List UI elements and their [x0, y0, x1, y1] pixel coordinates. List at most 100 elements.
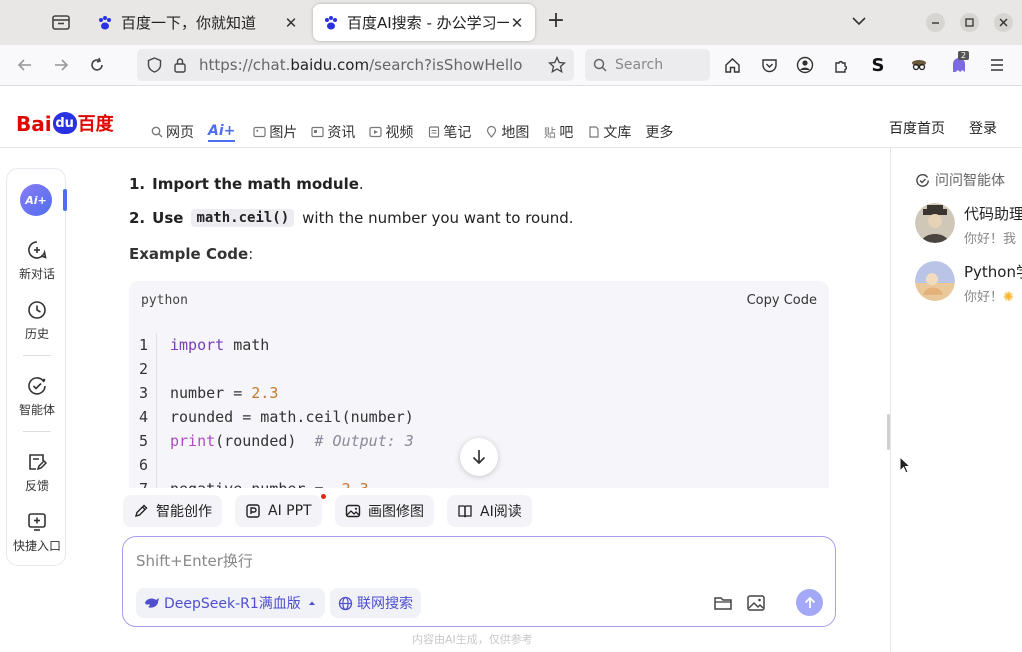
model-label: DeepSeek-R1满血版 — [164, 596, 301, 612]
code-line: 2 — [129, 357, 829, 381]
copy-code-button[interactable]: Copy Code — [747, 293, 817, 308]
scroll-to-bottom-button[interactable] — [460, 438, 498, 476]
tab-list-icon[interactable] — [50, 12, 72, 32]
chat-input-placeholder[interactable]: Shift+Enter换行 — [136, 550, 253, 571]
code-line: 7 negative_number = -2.3 — [129, 477, 829, 488]
logo-paw: du — [52, 112, 77, 134]
baidu-home-link[interactable]: 百度首页 — [889, 118, 945, 138]
send-button[interactable] — [796, 589, 823, 616]
extensions-icon[interactable] — [831, 55, 851, 75]
sidebar-divider — [23, 355, 51, 356]
example-label: Example Code — [129, 245, 249, 263]
browser-tab[interactable]: 百度一下，你就知道 ✕ — [87, 4, 309, 41]
home-icon[interactable] — [722, 55, 742, 75]
globe-icon — [338, 596, 353, 610]
step-text: Import the math module — [152, 175, 359, 193]
smart-create-button[interactable]: 智能创作 — [123, 495, 222, 527]
agent-avatar — [915, 203, 955, 243]
code-text: negative_number = — [170, 480, 333, 488]
deepseek-whale-icon — [145, 598, 159, 608]
nav-item-tieba[interactable]: 贴 贴吧吧 — [543, 122, 574, 142]
shield-icon[interactable] — [145, 56, 163, 74]
code-line: 4 rounded = math.ceil(number) — [129, 405, 829, 429]
sidebar-item-history[interactable]: 历史 — [7, 299, 67, 342]
line-number: 1 — [129, 333, 157, 357]
bookmark-star-icon[interactable] — [548, 56, 566, 74]
reload-icon[interactable] — [87, 55, 107, 75]
browser-tab-bar: 百度一下，你就知道 ✕ 百度AI搜索 - 办公学习一站 ✕ + — [0, 0, 1022, 45]
panel-resize-handle[interactable] — [887, 414, 890, 450]
step-suffix: . — [358, 175, 364, 193]
nav-item-images[interactable]: 图片 — [253, 122, 297, 142]
agent-icon — [26, 375, 48, 397]
nav-item-wenku[interactable]: 文库 — [587, 122, 631, 142]
agent-card[interactable]: 代码助理 你好！我 — [915, 203, 1022, 247]
sidebar-item-label: 智能体 — [18, 403, 55, 417]
login-link[interactable]: 登录 — [969, 118, 997, 138]
step-number: 1. — [129, 175, 146, 193]
nav-item-ai[interactable]: Ai+ — [208, 122, 236, 142]
ai-plus-badge[interactable]: Ai+ — [20, 184, 52, 216]
panel-divider — [890, 148, 891, 652]
logo-cn: 百度 — [77, 114, 114, 135]
tab-title: 百度AI搜索 - 办公学习一站 — [347, 14, 509, 32]
step-text: Use — [152, 209, 184, 227]
picture-icon — [345, 503, 361, 519]
feedback-icon — [26, 451, 48, 473]
chat-input-box[interactable]: Shift+Enter换行 DeepSeek-R1满血版 联网搜索 — [122, 536, 836, 627]
web-search-toggle[interactable]: 联网搜索 — [330, 588, 421, 618]
ask-agent-title: 问问智能体 — [915, 170, 1005, 190]
image-upload-icon[interactable] — [745, 592, 767, 614]
browser-search-input[interactable]: Search — [585, 49, 710, 81]
chip-label: 智能创作 — [156, 504, 212, 520]
inline-code: math.ceil() — [191, 209, 295, 227]
code-function: print — [170, 432, 216, 450]
nav-label: 图片 — [269, 125, 298, 141]
forward-arrow-icon[interactable] — [51, 55, 71, 75]
active-indicator — [63, 189, 67, 211]
hamburger-menu-icon[interactable] — [987, 55, 1007, 75]
draw-edit-image-button[interactable]: 画图修图 — [335, 495, 434, 527]
step-suffix: with the number you want to round. — [302, 209, 574, 227]
browser-tab-active[interactable]: 百度AI搜索 - 办公学习一站 ✕ — [313, 4, 535, 41]
account-icon[interactable] — [795, 55, 815, 75]
chevron-down-icon[interactable] — [850, 12, 868, 30]
new-tab-button[interactable]: + — [545, 10, 567, 33]
address-bar[interactable]: https://chat.baidu.com/search?isShowHell… — [137, 49, 574, 81]
sidebar-item-shortcut[interactable]: 快捷入口 — [7, 511, 67, 554]
nav-item-video[interactable]: 视频 — [369, 122, 413, 142]
example-code-heading: Example Code: — [129, 245, 253, 263]
pocket-icon[interactable] — [759, 55, 779, 75]
code-text: (rounded) — [215, 432, 315, 450]
sidebar-item-new-chat[interactable]: 新对话 — [7, 239, 67, 282]
pen-icon — [133, 503, 149, 519]
model-selector[interactable]: DeepSeek-R1满血版 — [136, 588, 325, 618]
close-icon[interactable]: ✕ — [283, 14, 299, 32]
close-icon[interactable]: ✕ — [509, 14, 525, 32]
line-number: 4 — [129, 405, 157, 429]
sidebar-item-label: 反馈 — [24, 479, 49, 493]
minimize-button[interactable] — [926, 13, 945, 32]
folder-icon[interactable] — [712, 592, 734, 614]
ai-read-button[interactable]: AI阅读 — [447, 495, 532, 527]
code-line: 1 import math — [129, 333, 829, 357]
agent-icon — [916, 173, 929, 187]
s-extension-icon[interactable]: S — [868, 55, 888, 76]
nav-item-news[interactable]: 资讯 — [311, 122, 355, 142]
nav-item-map[interactable]: 地图 — [485, 122, 529, 142]
code-language: python — [141, 293, 188, 308]
spy-extension-icon[interactable] — [909, 55, 929, 75]
back-arrow-icon[interactable] — [15, 55, 35, 75]
window-close-button[interactable] — [994, 13, 1013, 32]
agent-name: 代码助理 — [964, 205, 1022, 223]
maximize-button[interactable] — [960, 13, 979, 32]
baidu-logo[interactable]: Bai du 百度 — [16, 104, 114, 136]
lock-icon[interactable] — [171, 56, 189, 74]
sidebar-item-agent[interactable]: 智能体 — [7, 375, 67, 418]
nav-item-notes[interactable]: 笔记 — [427, 122, 471, 142]
agent-card[interactable]: Python学 你好！✺ — [915, 261, 1022, 305]
nav-item-web[interactable]: 网页 — [150, 122, 194, 142]
sidebar-item-feedback[interactable]: 反馈 — [7, 451, 67, 494]
ai-ppt-button[interactable]: AI PPT — [235, 495, 322, 527]
nav-item-more[interactable]: 更多 — [645, 122, 673, 142]
